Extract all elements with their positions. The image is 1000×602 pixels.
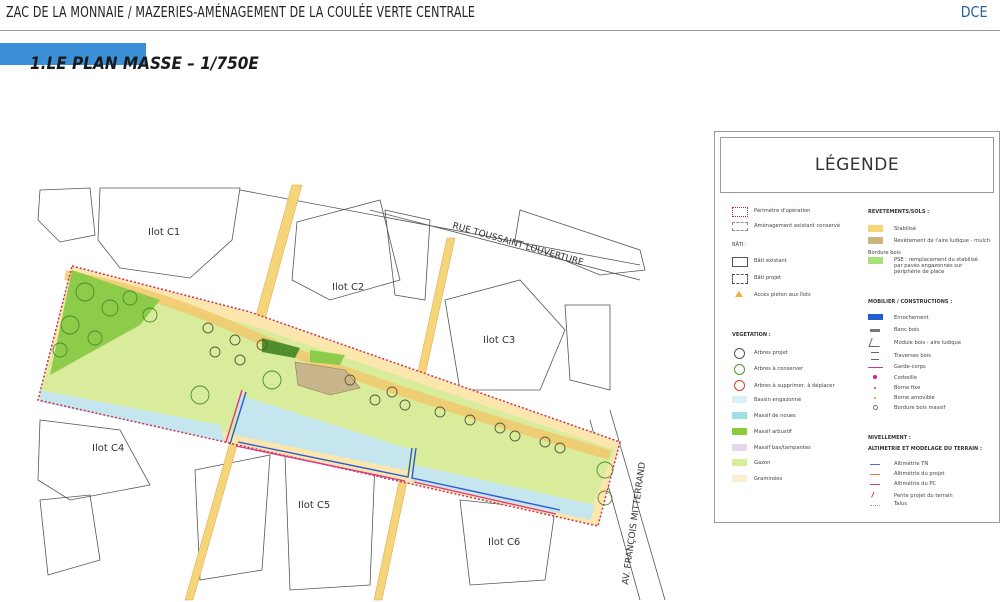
legend-label: Altimétrie TN — [894, 461, 929, 467]
legend-label: Module bois - aire ludique — [894, 340, 962, 346]
legend-label: Enrochement — [894, 315, 929, 321]
legend-heading: BÂTI : — [732, 242, 747, 248]
building-south-west — [39, 494, 101, 576]
legend-label: Talus — [894, 501, 907, 507]
legend-heading: NIVELLEMENT : — [868, 435, 911, 441]
legend-label: Revêtement de l'aire ludique - mulch — [894, 238, 991, 244]
lot-label-c1: Ilot C1 — [148, 227, 180, 238]
tree-removed-icon — [734, 380, 745, 391]
legend-heading: MOBILIER / CONSTRUCTIONS : — [868, 299, 953, 305]
path-north-1 — [251, 184, 303, 331]
legend-label: Altimétrie du PC — [894, 481, 937, 487]
legend-label: Bâti existant — [754, 258, 787, 264]
mulch-swatch — [868, 237, 883, 244]
building-c5 — [284, 454, 376, 591]
legend-label: Bâti projet — [754, 275, 782, 281]
legend-label: Bordure bois massif — [894, 405, 946, 411]
legend-label: Stabilisé — [894, 226, 917, 232]
document-title: ZAC DE LA MONNAIE / MAZERIES-AMÉNAGEMENT… — [6, 3, 476, 21]
lot-label-c3: Ilot C3 — [483, 335, 515, 346]
project-level-icon — [870, 474, 880, 475]
perimeter-swatch — [732, 207, 748, 217]
grasses-swatch — [732, 475, 747, 482]
embankment-icon — [870, 505, 880, 509]
legend-label: Arbres à supprimer, à déplacer — [754, 383, 835, 389]
shrub-swatch — [732, 428, 747, 435]
legend-label: Périmètre d'opération — [754, 208, 811, 214]
project-building-swatch — [732, 274, 748, 284]
legend-label: Pente projet du terrain — [894, 493, 953, 499]
groundcover-swatch — [732, 444, 747, 451]
section-title: 1.LE PLAN MASSE – 1/750E — [30, 54, 259, 74]
legend-label: Massif de noues — [754, 413, 796, 419]
pc-level-icon — [870, 484, 880, 485]
legend-label: Bassin engazonné — [754, 397, 802, 403]
lot-label-c2: Ilot C2 — [332, 282, 364, 293]
basin-swatch — [732, 396, 747, 403]
building-c5-west — [194, 454, 271, 581]
legend-label: Altimétrie du projet — [894, 471, 945, 477]
legend-heading: ALTIMETRIE ET MODELAGE DU TERRAIN : — [868, 446, 982, 452]
building-west — [37, 187, 96, 243]
lot-label-c5: Ilot C5 — [298, 500, 330, 511]
lot-label-c4: Ilot C4 — [92, 443, 124, 454]
removable-bollard-icon — [874, 397, 876, 399]
pse-swatch — [868, 257, 883, 264]
sleeper-icon — [871, 352, 879, 360]
timber-edge-icon — [873, 405, 878, 410]
legend-heading: VEGETATION : — [732, 332, 771, 338]
legend-label: Arbres à conserver — [754, 366, 804, 372]
street-label-toussaint: RUE TOUSSAINT LOUVERTURE — [451, 221, 585, 268]
lot-label-c6: Ilot C6 — [488, 537, 520, 548]
building-swatch — [732, 257, 748, 267]
legend-label: Arbres projet — [754, 350, 788, 356]
street-label-mitterrand: AV. FRANÇOIS MITTERRAND — [621, 461, 648, 585]
bench-icon — [870, 329, 880, 332]
legend-label: Accès piéton aux îlots — [754, 292, 811, 298]
legend-title: LÉGENDE — [720, 137, 994, 193]
legend-panel: LÉGENDE Périmètre d'opération Aménagemen… — [714, 131, 1000, 523]
legend-label: Bordure bois — [868, 250, 901, 256]
legend-label: périphérie de place — [894, 269, 945, 275]
document-code: DCE — [961, 3, 988, 21]
legend-label: Banc bois — [894, 327, 920, 333]
street-edge-north — [239, 189, 641, 266]
legend-label: Gazon — [754, 460, 771, 466]
existing-swatch — [732, 222, 748, 231]
swale-swatch — [732, 412, 747, 419]
legend-label: Traverses bois — [894, 353, 931, 359]
tree-project-icon — [734, 348, 745, 359]
site-plan: Ilot C1 Ilot C2 Ilot C3 Ilot C4 Ilot C5 … — [37, 184, 666, 601]
building-c4 — [37, 419, 151, 501]
legend-heading: REVETEMENTS/SOLS : — [868, 209, 930, 215]
legend-label: Borne fixe — [894, 385, 921, 391]
green-corridor — [37, 265, 621, 527]
legend-label: Graminées — [754, 476, 783, 482]
legend-label: Borne amovible — [894, 395, 935, 401]
tn-level-icon — [870, 464, 880, 465]
lawn-swatch — [732, 459, 747, 466]
access-arrow-icon — [735, 291, 743, 297]
legend-label: Corbeille — [894, 375, 917, 381]
legend-label: Massif bas/tampantes — [754, 445, 811, 451]
legend-label: Massif arbustif — [754, 429, 792, 435]
legend-label: Aménagement existant conservé — [754, 223, 841, 229]
legend-label: Garde-corps — [894, 364, 926, 370]
bin-icon — [873, 375, 877, 379]
fixed-bollard-icon — [874, 387, 876, 389]
railing-swatch — [868, 367, 883, 368]
header-divider — [0, 30, 1000, 31]
building-east — [564, 304, 611, 391]
path-south-1 — [184, 441, 239, 601]
rockfill-swatch — [868, 314, 883, 320]
tree-conserved-icon — [734, 364, 745, 375]
stabilise-swatch — [868, 225, 883, 232]
